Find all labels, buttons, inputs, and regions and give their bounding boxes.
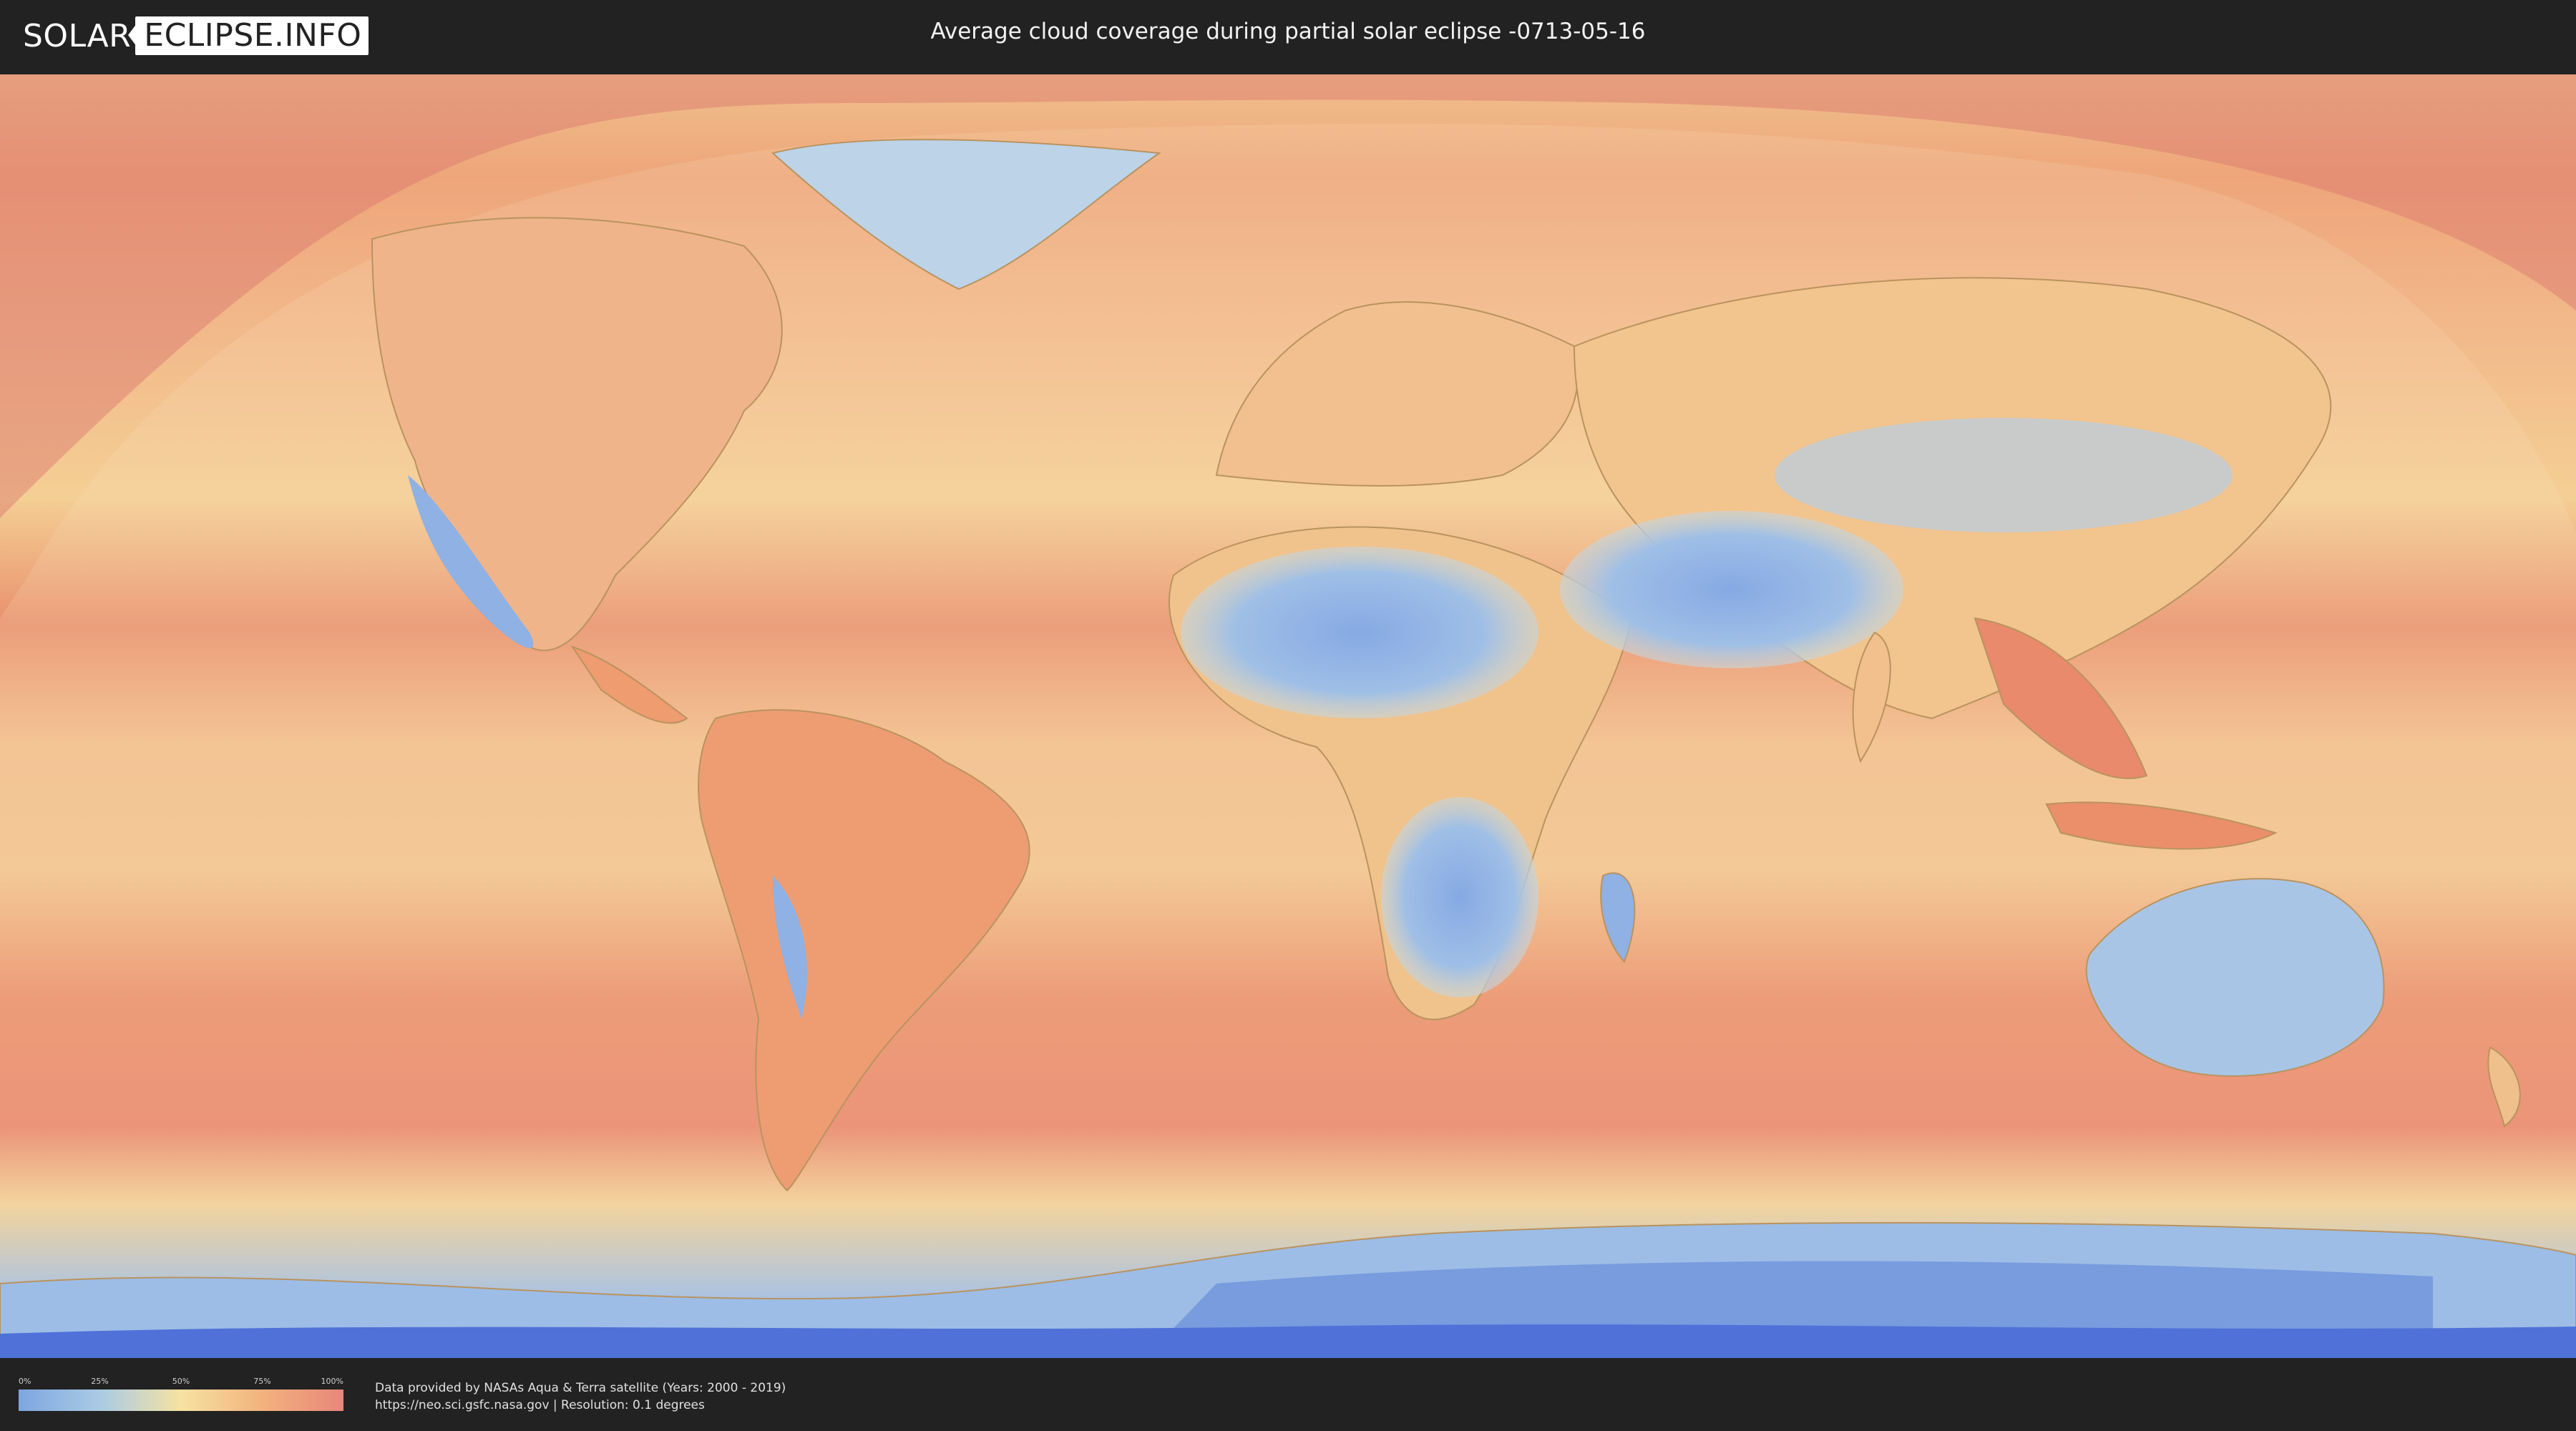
legend-tick-100: 100% <box>321 1377 343 1386</box>
map-canvas <box>0 74 2576 1358</box>
legend-color-bar <box>19 1390 343 1411</box>
legend-tick-50: 50% <box>172 1377 190 1386</box>
data-credits: Data provided by NASAs Aqua & Terra sate… <box>375 1379 786 1414</box>
page-title: Average cloud coverage during partial so… <box>930 19 1646 44</box>
top-bar: SOLAR ECLIPSE.INFO Average cloud coverag… <box>0 0 2576 72</box>
legend-tick-0: 0% <box>19 1377 31 1386</box>
central-asia-clear-region <box>1775 418 2233 532</box>
legend-tick-25: 25% <box>91 1377 109 1386</box>
credit-line: Data provided by NASAs Aqua & Terra sate… <box>375 1381 786 1395</box>
legend-ticks: 0% 25% 50% 75% 100% <box>19 1377 343 1388</box>
cloud-coverage-map[interactable] <box>0 74 2576 1358</box>
legend-tick-75: 75% <box>253 1377 271 1386</box>
arabia-iran-clear-region <box>1560 511 1903 668</box>
source-line[interactable]: https://neo.sci.gsfc.nasa.gov | Resoluti… <box>375 1397 786 1414</box>
southern-africa-clear-region <box>1381 797 1538 997</box>
page: SOLAR ECLIPSE.INFO Average cloud coverag… <box>0 0 2576 1431</box>
cloud-coverage-legend: 0% 25% 50% 75% 100% <box>19 1377 343 1411</box>
south-pole-edge <box>0 1324 2576 1358</box>
sahara-clear-region <box>1181 547 1538 718</box>
